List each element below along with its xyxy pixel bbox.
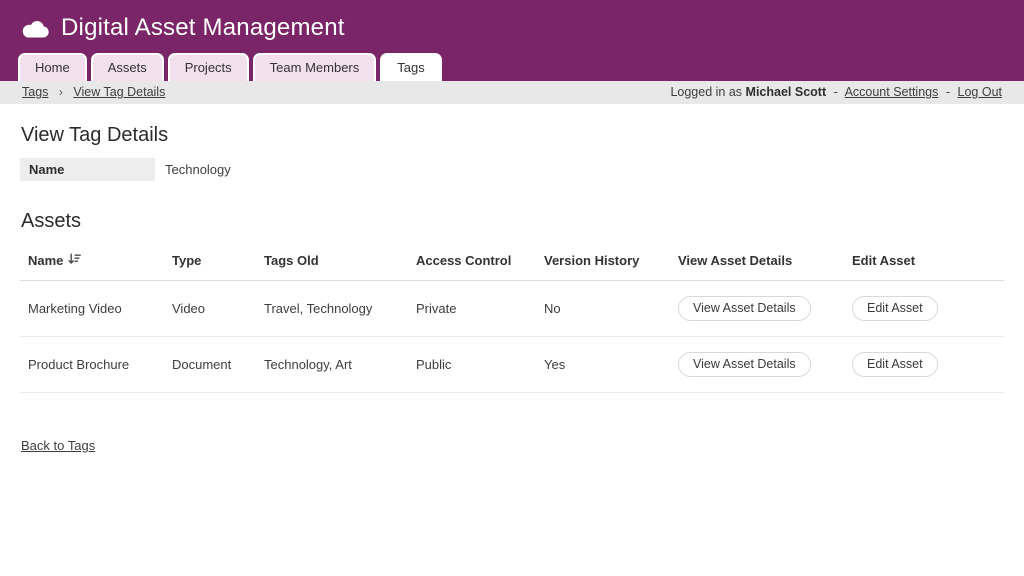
user-bar-separator: - (946, 85, 950, 99)
breadcrumb-separator-icon: › (59, 85, 63, 99)
view-asset-details-button[interactable]: View Asset Details (678, 352, 811, 377)
tag-name-value: Technology (165, 162, 231, 177)
asset-version-history-cell: Yes (536, 337, 670, 393)
header-title-bar: Digital Asset Management (0, 0, 1024, 52)
asset-name-cell: Marketing Video (20, 281, 164, 337)
tag-name-label: Name (20, 158, 155, 181)
page-title: View Tag Details (21, 124, 1004, 147)
main-nav-tabs: Home Assets Projects Team Members Tags (0, 52, 1024, 81)
asset-type-cell: Video (164, 281, 256, 337)
assets-table-header-row: Name (20, 244, 1004, 281)
asset-access-control-cell: Private (408, 281, 536, 337)
log-out-link[interactable]: Log Out (958, 85, 1002, 99)
app-header: Digital Asset Management Home Assets Pro… (0, 0, 1024, 81)
column-header-version-history[interactable]: Version History (536, 244, 670, 281)
user-bar-separator: - (834, 85, 838, 99)
account-settings-link[interactable]: Account Settings (845, 85, 939, 99)
logged-in-prefix: Logged in as (670, 85, 742, 99)
asset-name-cell: Product Brochure (20, 337, 164, 393)
table-row: Product Brochure Document Technology, Ar… (20, 337, 1004, 393)
column-header-view-asset-details: View Asset Details (670, 244, 844, 281)
column-header-name[interactable]: Name (20, 244, 164, 281)
column-header-type[interactable]: Type (164, 244, 256, 281)
asset-tags-old-cell: Technology, Art (256, 337, 408, 393)
table-row: Marketing Video Video Travel, Technology… (20, 281, 1004, 337)
main-content: View Tag Details Name Technology Assets … (0, 104, 1024, 455)
breadcrumb-link-tags[interactable]: Tags (22, 85, 48, 99)
edit-asset-button[interactable]: Edit Asset (852, 296, 938, 321)
user-name: Michael Scott (746, 85, 827, 99)
asset-tags-old-cell: Travel, Technology (256, 281, 408, 337)
column-header-name-label: Name (28, 253, 63, 268)
cloud-icon (22, 19, 49, 38)
column-header-tags-old[interactable]: Tags Old (256, 244, 408, 281)
tab-assets[interactable]: Assets (91, 53, 164, 81)
tab-team-members[interactable]: Team Members (253, 53, 377, 81)
tag-name-field-row: Name Technology (20, 158, 1004, 181)
assets-table: Name (20, 244, 1004, 393)
assets-heading: Assets (21, 210, 1004, 233)
app-title: Digital Asset Management (61, 14, 345, 42)
view-asset-details-button[interactable]: View Asset Details (678, 296, 811, 321)
back-to-tags-link[interactable]: Back to Tags (21, 438, 95, 453)
user-bar: Logged in as Michael Scott - Account Set… (670, 85, 1002, 99)
breadcrumb-link-view-tag-details[interactable]: View Tag Details (73, 85, 165, 99)
tab-home[interactable]: Home (18, 53, 87, 81)
column-header-edit-asset: Edit Asset (844, 244, 1004, 281)
tab-tags[interactable]: Tags (380, 53, 441, 81)
asset-version-history-cell: No (536, 281, 670, 337)
tab-projects[interactable]: Projects (168, 53, 249, 81)
breadcrumb: Tags › View Tag Details (22, 85, 165, 99)
breadcrumb-bar: Tags › View Tag Details Logged in as Mic… (0, 81, 1024, 104)
sort-descending-icon[interactable] (68, 253, 81, 268)
asset-type-cell: Document (164, 337, 256, 393)
column-header-access-control[interactable]: Access Control (408, 244, 536, 281)
asset-access-control-cell: Public (408, 337, 536, 393)
edit-asset-button[interactable]: Edit Asset (852, 352, 938, 377)
